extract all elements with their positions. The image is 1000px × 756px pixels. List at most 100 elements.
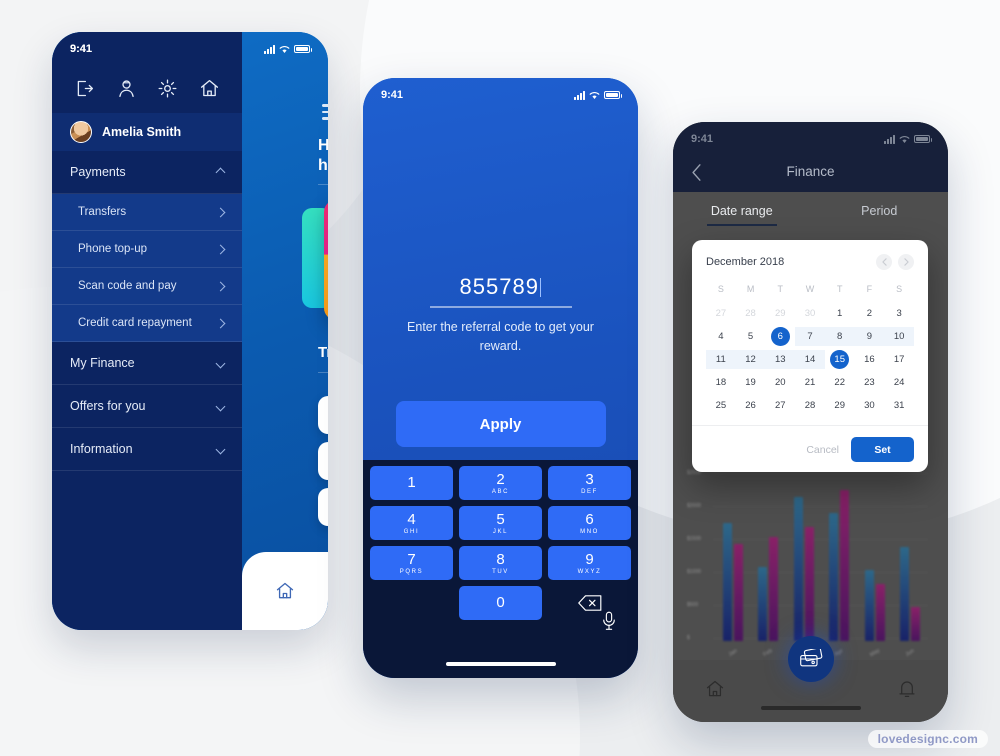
calendar-day[interactable]: 20 [765, 373, 795, 392]
backspace-button[interactable] [548, 586, 631, 620]
calendar-day[interactable]: 16 [855, 350, 885, 369]
transaction-row[interactable]: McDon 10:15 AM [318, 488, 328, 526]
calendar-day[interactable]: 6 [765, 327, 795, 346]
calendar-dow-label: W [805, 284, 815, 294]
calendar-prev-button[interactable] [876, 254, 892, 270]
home-icon[interactable] [199, 78, 220, 99]
cancel-button[interactable]: Cancel [806, 444, 839, 456]
chart-bar [864, 570, 874, 641]
wifi-icon [279, 45, 290, 53]
divider [318, 372, 328, 373]
support-agent-icon[interactable] [116, 78, 137, 99]
calendar-day[interactable]: 22 [825, 373, 855, 392]
sidebar-user-row[interactable]: Amelia Smith [52, 113, 242, 151]
calendar-day[interactable]: 29 [765, 304, 795, 323]
chevron-right-icon [903, 258, 909, 266]
sidebar-section-label: Offers for you [70, 399, 146, 413]
sidebar-section-my-finance[interactable]: My Finance [52, 342, 242, 385]
sidebar-section-offers-for-you[interactable]: Offers for you [52, 385, 242, 428]
sidebar-section-information[interactable]: Information [52, 428, 242, 471]
calendar-dow-label: T [777, 284, 784, 294]
calendar-day[interactable]: 17 [884, 350, 914, 369]
key-4[interactable]: 4 GHI [370, 506, 453, 540]
key-3[interactable]: 3 DEF [548, 466, 631, 500]
chevron-down-icon [215, 358, 226, 368]
chart-plot-area: Jan Feb Mar Apr May Jun [715, 473, 928, 658]
calendar-day[interactable]: 24 [884, 373, 914, 392]
set-button[interactable]: Set [851, 437, 914, 462]
calendar-day[interactable]: 26 [736, 396, 766, 415]
transaction-row[interactable]: Apple S 14:25 PM [318, 396, 328, 434]
greeting-line-1: Hey Am [318, 137, 328, 154]
tab-date-range[interactable]: Date range [673, 204, 811, 233]
key-0[interactable]: 0 [459, 586, 542, 620]
sidebar-item-label: Phone top-up [78, 243, 148, 255]
status-time: 9:41 [381, 89, 404, 101]
calendar-day[interactable]: 30 [855, 396, 885, 415]
calendar-day[interactable]: 25 [706, 396, 736, 415]
calendar-day[interactable]: 31 [884, 396, 914, 415]
signal-icon [884, 134, 895, 144]
calendar-next-button[interactable] [898, 254, 914, 270]
calendar-day[interactable]: 4 [706, 327, 736, 346]
microphone-button[interactable] [602, 611, 616, 636]
calendar-day[interactable]: 29 [825, 396, 855, 415]
calendar-day[interactable]: 27 [765, 396, 795, 415]
calendar-day[interactable]: 11 [706, 350, 736, 369]
sidebar-item-label: Scan code and pay [78, 280, 177, 292]
calendar-day[interactable]: 21 [795, 373, 825, 392]
referral-code-input[interactable]: 855789 [426, 274, 576, 300]
calendar-day[interactable]: 27 [706, 304, 736, 323]
calendar-day[interactable]: 3 [884, 304, 914, 323]
nav-notifications-button[interactable] [898, 679, 916, 704]
sidebar-item-phone-topup[interactable]: Phone top-up [52, 231, 242, 268]
calendar-day[interactable]: 23 [855, 373, 885, 392]
calendar-dow-label: F [866, 284, 873, 294]
tab-underline [706, 224, 777, 226]
calendar-day[interactable]: 30 [795, 304, 825, 323]
card-primary[interactable]: $9 •••• [324, 200, 328, 320]
calendar-day[interactable]: 7 [795, 327, 825, 346]
calendar-day[interactable]: 28 [795, 396, 825, 415]
transaction-row[interactable]: Paypal 17:00 PM [318, 442, 328, 480]
phone-mockup-sidebar: 9:41 Hey Am here are $9 •••• Transac [52, 32, 328, 630]
logout-icon[interactable] [74, 78, 95, 99]
calendar-day[interactable]: 18 [706, 373, 736, 392]
key-7[interactable]: 7 PQRS [370, 546, 453, 580]
key-5[interactable]: 5 JKL [459, 506, 542, 540]
bottom-home-button[interactable] [242, 552, 328, 630]
calendar-day[interactable]: 2 [855, 304, 885, 323]
sidebar-item-credit-card-repayment[interactable]: Credit card repayment [52, 305, 242, 342]
calendar-day[interactable]: 12 [735, 350, 766, 369]
calendar-day[interactable]: 15 [825, 350, 855, 369]
calendar-day[interactable]: 14 [795, 350, 825, 369]
calendar-day[interactable]: 9 [854, 327, 885, 346]
sidebar-item-transfers[interactable]: Transfers [52, 194, 242, 231]
sidebar-item-scan-code-and-pay[interactable]: Scan code and pay [52, 268, 242, 305]
calendar-day[interactable]: 5 [736, 327, 766, 346]
chart-bar [900, 546, 910, 641]
calendar-header: December 2018 [706, 254, 914, 270]
calendar-day[interactable]: 19 [736, 373, 766, 392]
gear-icon[interactable] [157, 78, 178, 99]
chart-bar-group: Jun [900, 473, 921, 658]
chevron-left-icon [881, 258, 887, 266]
calendar-day[interactable]: 1 [825, 304, 855, 323]
key-1[interactable]: 1 [370, 466, 453, 500]
key-9[interactable]: 9 WXYZ [548, 546, 631, 580]
hamburger-icon[interactable] [322, 104, 328, 124]
apply-button[interactable]: Apply [395, 401, 606, 447]
key-2[interactable]: 2 ABC [459, 466, 542, 500]
calendar-day[interactable]: 28 [736, 304, 766, 323]
calendar-day[interactable]: 8 [824, 327, 855, 346]
key-8[interactable]: 8 TUV [459, 546, 542, 580]
microphone-icon [603, 611, 615, 630]
calendar-day[interactable]: 13 [765, 350, 796, 369]
key-digit: 7 [407, 550, 416, 568]
tab-period[interactable]: Period [811, 204, 949, 233]
nav-home-button[interactable] [705, 679, 725, 704]
nav-cards-fab[interactable] [787, 636, 834, 682]
calendar-day[interactable]: 10 [884, 327, 914, 346]
key-6[interactable]: 6 MNO [548, 506, 631, 540]
sidebar-section-payments[interactable]: Payments [52, 151, 242, 194]
